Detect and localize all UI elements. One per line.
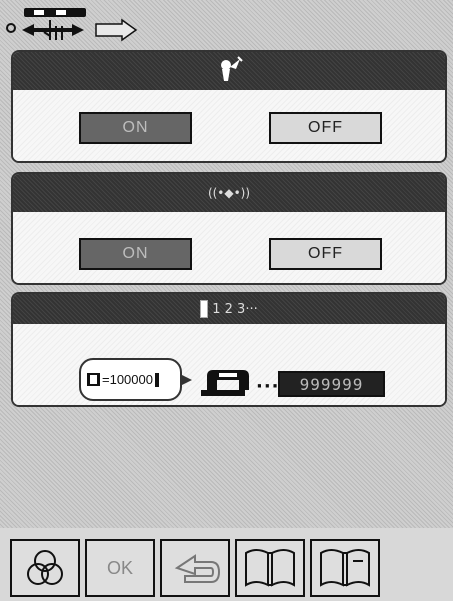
sewing-machine-icon xyxy=(201,370,249,396)
counter-display[interactable]: 999999 xyxy=(278,371,385,397)
fairy-icon xyxy=(221,56,243,81)
ok-button[interactable]: OK xyxy=(85,539,155,597)
counter-text: =100000 xyxy=(102,372,153,387)
counter-bar-icon xyxy=(200,300,209,318)
panel1-body: ON OFF xyxy=(13,90,445,161)
manual-button-1[interactable] xyxy=(235,539,305,597)
screen: ON OFF ((•◆•)) ON OFF 1 2 3··· =100000 ·… xyxy=(0,0,453,601)
back-arrow-icon xyxy=(174,554,221,583)
sound-wave-icon: ((•◆•)) xyxy=(207,186,251,200)
ellipsis: ··· xyxy=(256,376,280,397)
three-circles-button[interactable] xyxy=(10,539,80,597)
bottom-bar: OK xyxy=(0,528,453,601)
counter-setting-panel: 1 2 3··· =100000 ··· 999999 xyxy=(11,292,447,407)
three-circles-icon xyxy=(27,550,63,585)
counter-header: 1 2 3··· xyxy=(200,300,258,318)
counter-bar-icon-small xyxy=(154,372,159,387)
touch-scroll-icon xyxy=(6,8,138,42)
panel2-on-button[interactable]: ON xyxy=(79,238,192,270)
manual-button-2[interactable] xyxy=(310,539,380,597)
top-bar xyxy=(0,0,453,44)
panel1-on-button[interactable]: ON xyxy=(79,112,192,144)
callout-tail xyxy=(180,374,192,386)
book-icon xyxy=(245,549,295,587)
counter-callout: =100000 xyxy=(79,358,192,401)
ok-label: OK xyxy=(106,557,133,578)
panel3-body: =100000 ··· 999999 xyxy=(13,324,445,405)
back-button[interactable] xyxy=(160,539,230,597)
sound-setting-panel: ((•◆•)) ON OFF xyxy=(11,172,447,285)
book-icon xyxy=(320,549,370,587)
panel2-header: ((•◆•)) xyxy=(13,174,445,212)
panel2-off-button[interactable]: OFF xyxy=(269,238,382,270)
counter-label: 1 2 3··· xyxy=(212,301,258,317)
panel1-header xyxy=(13,52,445,90)
vibration-setting-panel: ON OFF xyxy=(11,50,447,163)
counter-small-icon xyxy=(87,373,100,386)
panel2-body: ON OFF xyxy=(13,212,445,283)
panel1-off-button[interactable]: OFF xyxy=(269,112,382,144)
panel3-header: 1 2 3··· xyxy=(13,294,445,324)
